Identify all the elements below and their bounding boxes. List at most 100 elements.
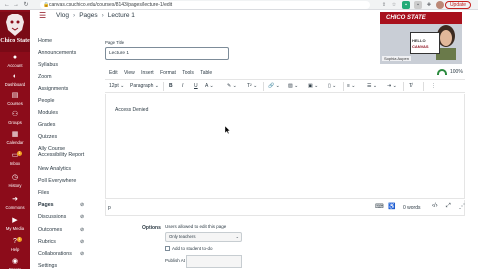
content-text: Access Denied: [115, 107, 149, 113]
star-icon[interactable]: ☆: [390, 1, 398, 9]
bold-icon[interactable]: B: [169, 83, 173, 89]
nav-dashboard[interactable]: ◐ Dashboard: [0, 73, 30, 91]
logo[interactable]: Chico State: [0, 12, 30, 52]
fullscreen-icon[interactable]: ⤢: [446, 203, 451, 210]
course-nav-new-analytics[interactable]: New Analytics: [38, 166, 71, 172]
sign-line-1: HELLO: [412, 38, 426, 43]
reload-icon[interactable]: ↻: [22, 1, 30, 9]
course-nav-syllabus[interactable]: Syllabus: [38, 62, 58, 68]
back-icon[interactable]: ←: [3, 1, 11, 9]
underline-icon[interactable]: U: [194, 83, 198, 89]
word-count[interactable]: 0 words: [403, 205, 421, 211]
visibility-icon: ⊘: [80, 239, 85, 245]
nav-commons[interactable]: ➜ Commons: [0, 196, 30, 214]
nav-inbox[interactable]: ▭ 1 Inbox: [0, 151, 30, 170]
element-path[interactable]: p: [108, 205, 111, 211]
breadcrumb-course[interactable]: Vlog: [56, 12, 69, 19]
course-nav-settings[interactable]: Settings: [38, 263, 57, 269]
chevron-down-icon: ⌄: [235, 234, 239, 239]
html-editor-icon[interactable]: ‹/›: [432, 203, 438, 209]
accessibility-checker-icon[interactable]: [437, 69, 447, 75]
menu-format[interactable]: Format: [160, 70, 176, 76]
page-title-input[interactable]: Lecture 1: [105, 47, 229, 60]
course-nav-rubrics[interactable]: Rubrics: [38, 239, 56, 245]
edit-permission-label: Users allowed to edit this page: [165, 224, 227, 229]
publish-at-input[interactable]: [186, 255, 242, 268]
menu-insert[interactable]: Insert: [141, 70, 154, 76]
hamburger-menu-icon[interactable]: ☰: [39, 11, 46, 20]
more-options-icon[interactable]: ⋮: [431, 83, 436, 89]
course-nav-collaborations[interactable]: Collaborations: [38, 251, 72, 257]
nav-help[interactable]: ? 1 Help: [0, 237, 30, 256]
course-nav-files[interactable]: Files: [38, 190, 49, 196]
nav-history[interactable]: ◷ History: [0, 174, 30, 192]
editor-content-area[interactable]: [105, 94, 465, 199]
course-nav-poll-everywhere[interactable]: Poll Everywhere: [38, 178, 76, 184]
course-nav-modules[interactable]: Modules: [38, 110, 58, 116]
link-icon[interactable]: 🔗 ⌄: [268, 83, 280, 89]
address-bar[interactable]: 🔒 canvas.csuchico.edu/courses/8143/pages…: [40, 1, 370, 9]
nav-groups[interactable]: ⚇ Groups: [0, 111, 30, 129]
document-icon[interactable]: ▯ ⌄: [328, 83, 336, 89]
course-nav-assignments[interactable]: Assignments: [38, 86, 68, 92]
course-nav-zoom[interactable]: Zoom: [38, 74, 52, 80]
text-color-icon[interactable]: A ⌄: [205, 83, 214, 89]
italic-icon[interactable]: I: [182, 83, 183, 89]
browser-toolbar: ← → ↻ 🔒 canvas.csuchico.edu/courses/8143…: [0, 0, 478, 10]
accessibility-icon[interactable]: ♿: [388, 203, 395, 210]
logo-text: Chico State: [0, 38, 30, 44]
page-title-label: Page Title: [105, 40, 125, 45]
breadcrumb: Vlog › Pages › Lecture 1: [56, 11, 135, 20]
block-format-select[interactable]: Paragraph ⌄: [130, 83, 159, 89]
menu-edit[interactable]: Edit: [109, 70, 118, 76]
align-icon[interactable]: ≡ ⌄: [347, 83, 356, 89]
visibility-icon: ⊘: [80, 227, 85, 233]
nav-courses[interactable]: ▤ Courses: [0, 92, 30, 110]
puzzle-icon[interactable]: ✚: [425, 1, 433, 9]
course-nav-home[interactable]: Home: [38, 38, 52, 44]
course-nav-pages[interactable]: Pages: [38, 202, 54, 208]
course-nav-quizzes[interactable]: Quizzes: [38, 134, 57, 140]
resize-handle-icon[interactable]: ⋰: [459, 203, 465, 210]
menu-table[interactable]: Table: [200, 70, 212, 76]
profile-avatar[interactable]: [436, 1, 444, 9]
image-icon[interactable]: ▨ ⌄: [288, 83, 298, 89]
nav-account[interactable]: ● Account: [0, 54, 30, 72]
sign-line-2: CANVAS: [412, 44, 429, 49]
menu-tools[interactable]: Tools: [182, 70, 194, 76]
course-nav-discussions[interactable]: Discussions: [38, 214, 66, 220]
font-size-select[interactable]: 12pt ⌄: [109, 83, 124, 89]
visibility-icon: ⊘: [80, 214, 85, 220]
nav-pronto[interactable]: ◉ Pronto: [0, 258, 30, 276]
clear-formatting-icon[interactable]: T̸: [409, 83, 412, 89]
course-nav-ally-report[interactable]: Ally Course Accessibility Report: [38, 146, 90, 158]
share-icon[interactable]: ⇪: [380, 1, 388, 9]
nav-calendar[interactable]: ▦ Calendar: [0, 131, 30, 149]
indent-icon[interactable]: ⇥ ⌄: [387, 83, 397, 89]
highlight-icon[interactable]: ✎ ⌄: [227, 83, 237, 89]
list-icon[interactable]: ☰ ⌄: [367, 83, 377, 89]
keyboard-icon[interactable]: ⌨: [375, 203, 384, 210]
global-navigation: Chico State ● Account ◐ Dashboard ▤ Cour…: [0, 10, 30, 272]
course-nav-announcements[interactable]: Announcements: [38, 50, 76, 56]
superscript-icon[interactable]: T² ⌄: [247, 83, 257, 89]
extension-icon[interactable]: ▪: [402, 1, 410, 9]
courses-icon: ▤: [11, 92, 19, 99]
menu-view[interactable]: View: [124, 70, 135, 76]
toolbar-divider: [403, 82, 404, 91]
forward-icon[interactable]: →: [12, 1, 20, 9]
add-todo-checkbox[interactable]: [165, 246, 170, 251]
breadcrumb-pages[interactable]: Pages: [79, 12, 97, 19]
update-button[interactable]: Update: [445, 1, 471, 9]
course-nav-outcomes[interactable]: Outcomes: [38, 227, 62, 233]
publish-at-label: Publish At: [165, 258, 186, 263]
media-icon[interactable]: ▣ ⌄: [308, 83, 318, 89]
course-nav-people[interactable]: People: [38, 98, 55, 104]
edit-permission-select[interactable]: Only teachers ⌄: [165, 232, 242, 242]
history-icon: ◷: [11, 174, 19, 181]
nav-my-media[interactable]: ▶ My Media: [0, 217, 30, 235]
extension-icon[interactable]: ▪: [414, 1, 422, 9]
inbox-badge: 1: [17, 151, 22, 156]
wildcat-logo-icon: [6, 14, 24, 36]
course-nav-grades[interactable]: Grades: [38, 122, 55, 128]
